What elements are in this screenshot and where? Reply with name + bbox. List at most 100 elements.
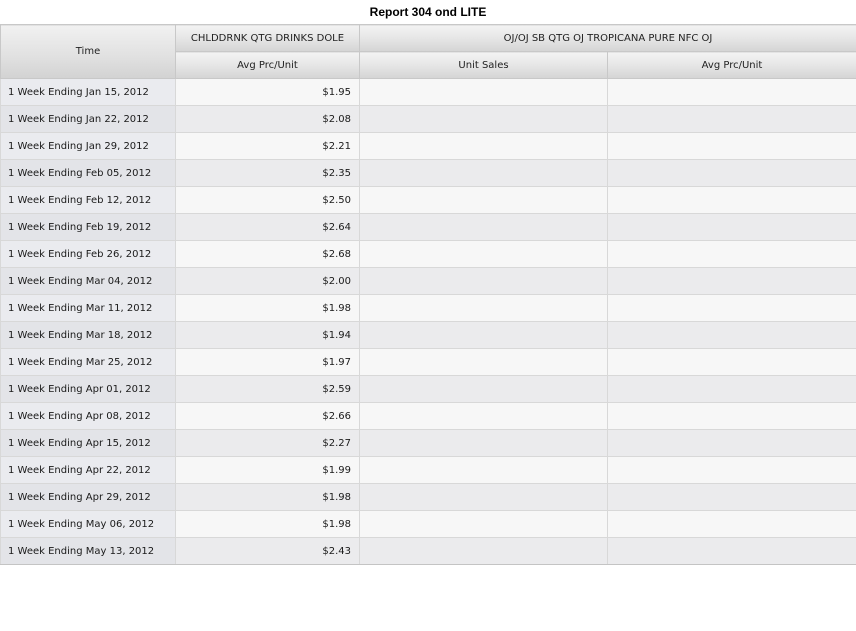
dole-avg-price-cell: $1.95 — [175, 78, 360, 106]
trop-avg-price-cell — [606, 105, 856, 133]
trop-avg-price-cell — [606, 429, 856, 457]
table-row: 1 Week Ending Feb 19, 2012 $2.64 — [0, 213, 856, 241]
dole-avg-price-cell: $2.68 — [175, 240, 360, 268]
table-row: 1 Week Ending Mar 18, 2012 $1.94 — [0, 321, 856, 349]
trop-unit-sales-cell — [359, 429, 608, 457]
time-cell: 1 Week Ending Apr 29, 2012 — [0, 483, 176, 511]
trop-unit-sales-cell — [359, 132, 608, 160]
dole-avg-price-cell: $2.50 — [175, 186, 360, 214]
table-row: 1 Week Ending Apr 22, 2012 $1.99 — [0, 456, 856, 484]
trop-unit-sales-cell — [359, 186, 608, 214]
column-header-trop-unit-sales[interactable]: Unit Sales — [359, 51, 608, 79]
dole-avg-price-cell: $1.98 — [175, 294, 360, 322]
trop-avg-price-cell — [606, 348, 856, 376]
table-row: 1 Week Ending Jan 15, 2012 $1.95 — [0, 78, 856, 106]
group-header-dole[interactable]: CHLDDRNK QTG DRINKS DOLE — [175, 24, 360, 52]
dole-avg-price-cell: $2.27 — [175, 429, 360, 457]
time-cell: 1 Week Ending Mar 25, 2012 — [0, 348, 176, 376]
trop-avg-price-cell — [606, 213, 856, 241]
table-row: 1 Week Ending Feb 12, 2012 $2.50 — [0, 186, 856, 214]
time-cell: 1 Week Ending Apr 15, 2012 — [0, 429, 176, 457]
header-row-groups: Time CHLDDRNK QTG DRINKS DOLE OJ/OJ SB Q… — [0, 24, 856, 79]
time-cell: 1 Week Ending Mar 04, 2012 — [0, 267, 176, 295]
column-header-dole-avg-price[interactable]: Avg Prc/Unit — [175, 51, 360, 79]
table-row: 1 Week Ending Mar 04, 2012 $2.00 — [0, 267, 856, 295]
trop-avg-price-cell — [606, 375, 856, 403]
trop-avg-price-cell — [606, 159, 856, 187]
trop-unit-sales-cell — [359, 78, 608, 106]
time-cell: 1 Week Ending Apr 01, 2012 — [0, 375, 176, 403]
trop-avg-price-cell — [606, 294, 856, 322]
trop-unit-sales-cell — [359, 267, 608, 295]
table-row: 1 Week Ending Feb 26, 2012 $2.68 — [0, 240, 856, 268]
trop-avg-price-cell — [606, 267, 856, 295]
table-body: 1 Week Ending Jan 15, 2012 $1.95 1 Week En… — [0, 78, 856, 565]
trop-avg-price-cell — [606, 240, 856, 268]
column-header-trop-avg-price[interactable]: Avg Prc/Unit — [606, 51, 856, 79]
trop-unit-sales-cell — [359, 483, 608, 511]
trop-avg-price-cell — [606, 510, 856, 538]
trop-unit-sales-cell — [359, 159, 608, 187]
dole-avg-price-cell: $1.98 — [175, 510, 360, 538]
time-cell: 1 Week Ending Jan 15, 2012 — [0, 78, 176, 106]
trop-unit-sales-cell — [359, 537, 608, 565]
trop-avg-price-cell — [606, 456, 856, 484]
dole-avg-price-cell: $1.98 — [175, 483, 360, 511]
dole-avg-price-cell: $1.97 — [175, 348, 360, 376]
dole-avg-price-cell: $2.21 — [175, 132, 360, 160]
table-row: 1 Week Ending Apr 01, 2012 $2.59 — [0, 375, 856, 403]
trop-unit-sales-cell — [359, 321, 608, 349]
report-table: Time CHLDDRNK QTG DRINKS DOLE OJ/OJ SB Q… — [0, 24, 856, 565]
table-row: 1 Week Ending Feb 05, 2012 $2.35 — [0, 159, 856, 187]
time-cell: 1 Week Ending Feb 05, 2012 — [0, 159, 176, 187]
time-cell: 1 Week Ending Jan 22, 2012 — [0, 105, 176, 133]
dole-avg-price-cell: $2.66 — [175, 402, 360, 430]
time-cell: 1 Week Ending May 13, 2012 — [0, 537, 176, 565]
table-row: 1 Week Ending Jan 22, 2012 $2.08 — [0, 105, 856, 133]
dole-avg-price-cell: $2.35 — [175, 159, 360, 187]
dole-avg-price-cell: $2.59 — [175, 375, 360, 403]
time-cell: 1 Week Ending Mar 11, 2012 — [0, 294, 176, 322]
trop-avg-price-cell — [606, 483, 856, 511]
trop-avg-price-cell — [606, 321, 856, 349]
trop-avg-price-cell — [606, 537, 856, 565]
dole-avg-price-cell: $2.64 — [175, 213, 360, 241]
trop-unit-sales-cell — [359, 213, 608, 241]
trop-unit-sales-cell — [359, 456, 608, 484]
trop-avg-price-cell — [606, 186, 856, 214]
table-row: 1 Week Ending Apr 29, 2012 $1.98 — [0, 483, 856, 511]
time-cell: 1 Week Ending May 06, 2012 — [0, 510, 176, 538]
table-row: 1 Week Ending Jan 29, 2012 $2.21 — [0, 132, 856, 160]
trop-unit-sales-cell — [359, 375, 608, 403]
dole-avg-price-cell: $1.94 — [175, 321, 360, 349]
trop-avg-price-cell — [606, 78, 856, 106]
trop-avg-price-cell — [606, 402, 856, 430]
time-cell: 1 Week Ending Feb 19, 2012 — [0, 213, 176, 241]
trop-unit-sales-cell — [359, 402, 608, 430]
time-cell: 1 Week Ending Apr 22, 2012 — [0, 456, 176, 484]
trop-unit-sales-cell — [359, 510, 608, 538]
time-cell: 1 Week Ending Mar 18, 2012 — [0, 321, 176, 349]
trop-avg-price-cell — [606, 132, 856, 160]
trop-unit-sales-cell — [359, 294, 608, 322]
table-header: Time CHLDDRNK QTG DRINKS DOLE OJ/OJ SB Q… — [0, 24, 856, 79]
dole-avg-price-cell: $1.99 — [175, 456, 360, 484]
table-row: 1 Week Ending May 13, 2012 $2.43 — [0, 537, 856, 565]
time-cell: 1 Week Ending Apr 08, 2012 — [0, 402, 176, 430]
table-row: 1 Week Ending Apr 08, 2012 $2.66 — [0, 402, 856, 430]
trop-unit-sales-cell — [359, 105, 608, 133]
report-title: Report 304 ond LITE — [369, 5, 487, 19]
group-header-tropicana[interactable]: OJ/OJ SB QTG OJ TROPICANA PURE NFC OJ — [358, 24, 856, 52]
time-cell: 1 Week Ending Feb 26, 2012 — [0, 240, 176, 268]
dole-avg-price-cell: $2.43 — [175, 537, 360, 565]
time-column-header[interactable]: Time — [0, 24, 176, 79]
trop-unit-sales-cell — [359, 348, 608, 376]
table-row: 1 Week Ending May 06, 2012 $1.98 — [0, 510, 856, 538]
table-row: 1 Week Ending Mar 11, 2012 $1.98 — [0, 294, 856, 322]
dole-avg-price-cell: $2.00 — [175, 267, 360, 295]
time-cell: 1 Week Ending Jan 29, 2012 — [0, 132, 176, 160]
table-row: 1 Week Ending Mar 25, 2012 $1.97 — [0, 348, 856, 376]
dole-avg-price-cell: $2.08 — [175, 105, 360, 133]
time-cell: 1 Week Ending Feb 12, 2012 — [0, 186, 176, 214]
table-row: 1 Week Ending Apr 15, 2012 $2.27 — [0, 429, 856, 457]
